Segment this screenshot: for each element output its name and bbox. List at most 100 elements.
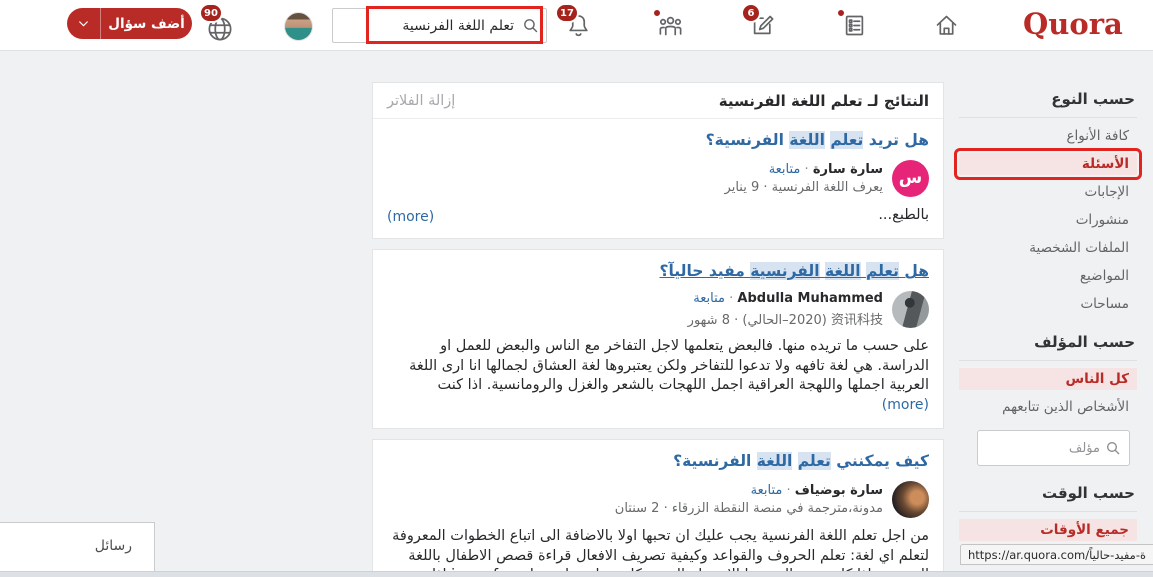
author-name[interactable]: Abdulla Muhammed — [737, 291, 883, 306]
add-question-button[interactable]: أضف سؤال — [67, 8, 192, 39]
top-navbar: Quora 6 17 90 — [0, 0, 1153, 51]
separator: · — [800, 162, 812, 177]
search-result: كيف يمكنني تعلم اللغة الفرنسية؟ سارة بوضي… — [372, 439, 944, 577]
messages-tab[interactable]: رسائل — [0, 522, 155, 571]
search-result: هل تعلم اللغة الفرنسية مفيد حاليآ؟ Abdull… — [372, 249, 944, 429]
author-credential: 资讯科技 (2020–الحالي) · 8 شهور — [688, 309, 883, 328]
author-search-box — [977, 430, 1130, 466]
answer-snippet: على حسب ما تريده منها. فالبعض يتعلمها لا… — [387, 337, 929, 415]
separator: · — [725, 291, 737, 306]
profile-avatar[interactable] — [284, 12, 313, 41]
follow-link[interactable]: متابعة — [693, 291, 725, 306]
filter-option[interactable]: جميع الأوقات — [959, 519, 1137, 541]
notification-dot — [836, 8, 846, 18]
highlighted-term: اللغة — [789, 131, 825, 149]
divider — [959, 511, 1137, 512]
notifications-badge: 17 — [555, 3, 579, 23]
author-credential: يعرف اللغة الفرنسية · 9 يناير — [725, 180, 883, 195]
results-header: النتائج لـ تعلم اللغة الفرنسية إزالة الف… — [373, 83, 943, 119]
notification-dot — [652, 8, 662, 18]
search-result: هل تريد تعلم اللغة الفرنسية؟ س سارة سارة ·… — [373, 119, 943, 238]
filters-sidebar: حسب النوع كافة الأنواع الأسئلة الإجابات منشو… — [959, 90, 1137, 559]
author-row: س سارة سارة · متابعة يعرف اللغة الفرنسية ·… — [387, 160, 929, 197]
filter-option[interactable]: الأشخاص الذين تتابعهم — [959, 396, 1137, 418]
separator: · — [782, 483, 794, 498]
lists-nav-button[interactable] — [840, 12, 868, 40]
language-globe-button[interactable]: 90 — [205, 14, 235, 44]
author-avatar[interactable] — [892, 481, 929, 518]
title-text: كيف يمكنني — [831, 452, 929, 470]
follow-link[interactable]: متابعة — [769, 162, 801, 177]
chevron-down-icon[interactable] — [67, 8, 101, 39]
filter-option[interactable]: مساحات — [959, 293, 1137, 315]
author-credential: مدونة،مترجمة في منصة النقطة الزرقاء · 2 … — [615, 501, 883, 516]
search-icon — [1105, 440, 1121, 456]
horizontal-scrollbar[interactable] — [0, 571, 1153, 577]
highlighted-term: اللغة — [757, 452, 793, 470]
answer-snippet-row: على حسب ما تريده منها. فالبعض يتعلمها لا… — [387, 337, 929, 415]
filter-option-annotated[interactable]: الأسئلة — [959, 153, 1137, 175]
results-title: النتائج لـ تعلم اللغة الفرنسية — [719, 92, 929, 110]
home-nav-button[interactable] — [932, 12, 960, 40]
filter-section: حسب الوقت جميع الأوقات — [959, 484, 1137, 541]
title-text: مفيد حاليآ؟ — [659, 262, 750, 280]
filter-option[interactable]: منشورات — [959, 209, 1137, 231]
page: Quora 6 17 90 — [0, 0, 1153, 577]
filter-option[interactable]: كل الناس — [959, 368, 1137, 390]
home-icon — [933, 12, 960, 39]
globe-badge: 90 — [199, 3, 223, 23]
question-title[interactable]: هل تعلم اللغة الفرنسية مفيد حاليآ؟ — [387, 261, 929, 282]
title-text — [792, 452, 797, 470]
title-text: الفرنسية؟ — [673, 452, 757, 470]
search-icon — [522, 17, 539, 38]
author-avatar[interactable] — [892, 291, 929, 328]
filter-option[interactable]: كافة الأنواع — [959, 125, 1137, 147]
highlighted-term: اللغة — [825, 262, 861, 280]
highlighted-term: تعلم — [830, 131, 863, 149]
question-title[interactable]: كيف يمكنني تعلم اللغة الفرنسية؟ — [387, 451, 929, 472]
more-link[interactable]: (more) — [882, 397, 929, 413]
compose-badge: 6 — [741, 3, 761, 23]
question-title[interactable]: هل تريد تعلم اللغة الفرنسية؟ — [387, 130, 929, 151]
author-row: Abdulla Muhammed · متابعة 资讯科技 (2020–الحا… — [387, 291, 929, 328]
filter-section: حسب المؤلفكل الناسالأشخاص الذين تتابعهم — [959, 333, 1137, 466]
answer-snippet: من اجل تعلم اللغة الفرنسية يجب عليك ان ت… — [387, 527, 929, 577]
results-block: النتائج لـ تعلم اللغة الفرنسية إزالة الف… — [372, 82, 944, 239]
search-input[interactable] — [332, 8, 547, 43]
answer-snippet-row: بالطبع... (more) — [387, 206, 929, 226]
author-name[interactable]: سارة بوضياف — [795, 483, 883, 498]
filter-section-title: حسب النوع — [959, 90, 1135, 108]
messages-tab-label: رسائل — [95, 538, 132, 554]
highlighted-term: تعلم — [866, 262, 899, 280]
highlighted-term: تعلم — [798, 452, 831, 470]
add-question-label: أضف سؤال — [101, 16, 192, 32]
title-text: هل — [899, 262, 929, 280]
filter-option[interactable]: المواضيع — [959, 265, 1137, 287]
author-search-input[interactable] — [986, 441, 1100, 456]
author-name[interactable]: سارة سارة — [813, 162, 883, 177]
filter-section: حسب النوع كافة الأنواع الأسئلة الإجابات منشو… — [959, 90, 1137, 315]
search-results-panel: النتائج لـ تعلم اللغة الفرنسية إزالة الف… — [372, 82, 944, 577]
answer-snippet: بالطبع... — [878, 206, 929, 226]
groups-icon — [657, 12, 684, 39]
filter-option[interactable]: الملفات الشخصية — [959, 237, 1137, 259]
filter-section-title: حسب الوقت — [959, 484, 1135, 502]
search-box — [332, 8, 547, 43]
quora-logo[interactable]: Quora — [1023, 7, 1123, 41]
results-list: هل تعلم اللغة الفرنسية مفيد حاليآ؟ Abdull… — [372, 249, 944, 577]
groups-nav-button[interactable] — [656, 12, 684, 40]
more-link[interactable]: (more) — [387, 209, 434, 225]
answer-snippet-row: من اجل تعلم اللغة الفرنسية يجب عليك ان ت… — [387, 527, 929, 577]
compose-nav-button[interactable]: 6 — [748, 12, 776, 40]
filter-option[interactable]: الإجابات — [959, 181, 1137, 203]
author-avatar[interactable]: س — [892, 160, 929, 197]
lists-icon — [841, 12, 868, 39]
notifications-nav-button[interactable]: 17 — [564, 12, 592, 40]
divider — [959, 117, 1137, 118]
title-text: هل تريد — [863, 131, 929, 149]
follow-link[interactable]: متابعة — [751, 483, 783, 498]
divider — [959, 360, 1137, 361]
author-row: سارة بوضياف · متابعة مدونة،مترجمة في منصة… — [387, 481, 929, 518]
clear-filters-link[interactable]: إزالة الفلاتر — [387, 93, 455, 109]
status-url-tooltip: https://ar.quora.com/ة-مفيد-حالياً — [960, 544, 1153, 565]
